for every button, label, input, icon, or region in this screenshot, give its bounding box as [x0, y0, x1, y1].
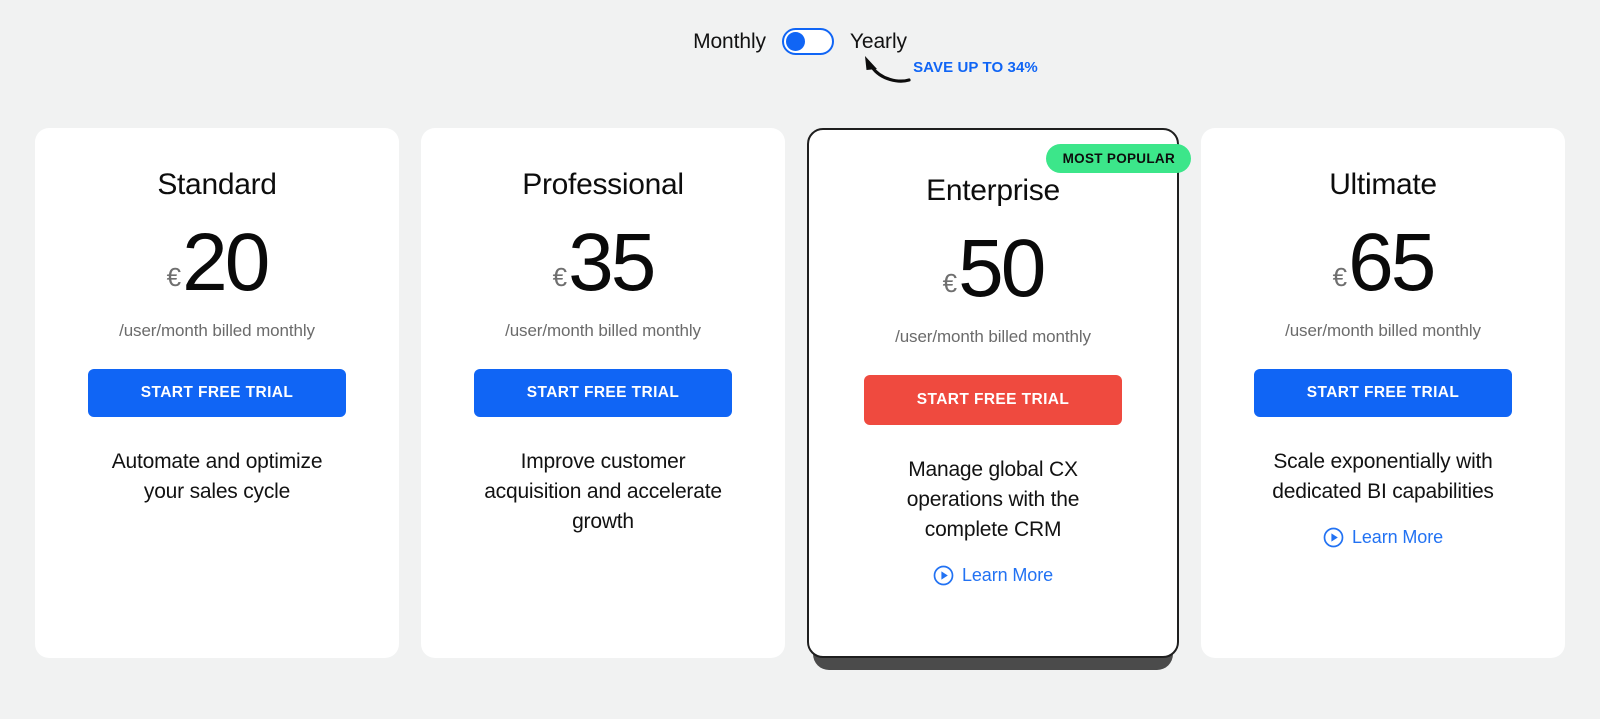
- plan-name: Enterprise: [926, 174, 1060, 207]
- most-popular-badge: MOST POPULAR: [1045, 144, 1191, 173]
- pricing-page: Monthly Yearly SAVE UP TO 34% Standard €: [0, 0, 1600, 719]
- pricing-card-list: Standard € 20 /user/month billed monthly…: [0, 128, 1600, 670]
- save-callout: SAVE UP TO 34%: [853, 50, 1038, 84]
- pricing-card-ultimate: Ultimate € 65 /user/month billed monthly…: [1201, 128, 1565, 658]
- start-free-trial-button[interactable]: START FREE TRIAL: [474, 369, 732, 418]
- learn-more-link[interactable]: Learn More: [1323, 527, 1443, 548]
- price: € 20: [166, 217, 271, 308]
- save-up-to-text: SAVE UP TO 34%: [913, 58, 1038, 76]
- pricing-card-enterprise: MOST POPULAR Enterprise € 50 /user/month…: [807, 128, 1191, 670]
- plan-description: Scale exponentially with dedicated BI ca…: [1272, 450, 1494, 503]
- card-body-professional: Professional € 35 /user/month billed mon…: [421, 128, 785, 658]
- plan-name: Standard: [157, 168, 277, 201]
- card-body-enterprise: MOST POPULAR Enterprise € 50 /user/month…: [807, 128, 1191, 658]
- curved-arrow-icon: [865, 56, 911, 83]
- billing-note: /user/month billed monthly: [1285, 321, 1481, 341]
- plan-description: Improve customer acquisition and acceler…: [484, 450, 722, 533]
- price-amount: 65: [1348, 217, 1436, 308]
- currency-symbol: €: [1332, 262, 1348, 293]
- play-circle-icon: [1323, 527, 1344, 548]
- learn-more-label: Learn More: [961, 564, 1054, 585]
- price: € 50: [942, 223, 1047, 314]
- start-free-trial-button[interactable]: START FREE TRIAL: [88, 369, 346, 418]
- billing-switcher-inner: Monthly Yearly SAVE UP TO 34%: [693, 28, 1038, 83]
- billing-toggle-knob: [785, 32, 805, 51]
- card-body-standard: Standard € 20 /user/month billed monthly…: [35, 128, 399, 658]
- currency-symbol: €: [552, 262, 568, 293]
- plan-name: Professional: [522, 168, 684, 201]
- currency-symbol: €: [166, 262, 182, 293]
- pricing-card-professional: Professional € 35 /user/month billed mon…: [421, 128, 785, 658]
- plan-description: Automate and optimize your sales cycle: [111, 450, 323, 503]
- billing-note: /user/month billed monthly: [505, 321, 701, 341]
- billing-note: /user/month billed monthly: [895, 327, 1091, 347]
- monthly-label[interactable]: Monthly: [693, 30, 766, 54]
- price-amount: 20: [182, 217, 270, 308]
- start-free-trial-button[interactable]: START FREE TRIAL: [864, 375, 1122, 426]
- start-free-trial-button[interactable]: START FREE TRIAL: [1254, 369, 1512, 418]
- learn-more-label: Learn More: [1351, 526, 1444, 547]
- currency-symbol: €: [942, 268, 958, 299]
- pricing-card-standard: Standard € 20 /user/month billed monthly…: [35, 128, 399, 658]
- price-amount: 35: [568, 217, 656, 308]
- price: € 35: [552, 217, 657, 308]
- play-circle-icon: [933, 565, 954, 585]
- price: € 65: [1332, 217, 1437, 308]
- card-body-ultimate: Ultimate € 65 /user/month billed monthly…: [1201, 128, 1565, 658]
- billing-toggle[interactable]: [781, 28, 834, 55]
- billing-period-switcher: Monthly Yearly SAVE UP TO 34%: [0, 28, 1600, 83]
- price-amount: 50: [958, 223, 1046, 314]
- billing-note: /user/month billed monthly: [119, 321, 315, 341]
- learn-more-link[interactable]: Learn More: [933, 565, 1053, 586]
- plan-name: Ultimate: [1329, 168, 1437, 201]
- plan-description: Manage global CX operations with the com…: [906, 458, 1080, 541]
